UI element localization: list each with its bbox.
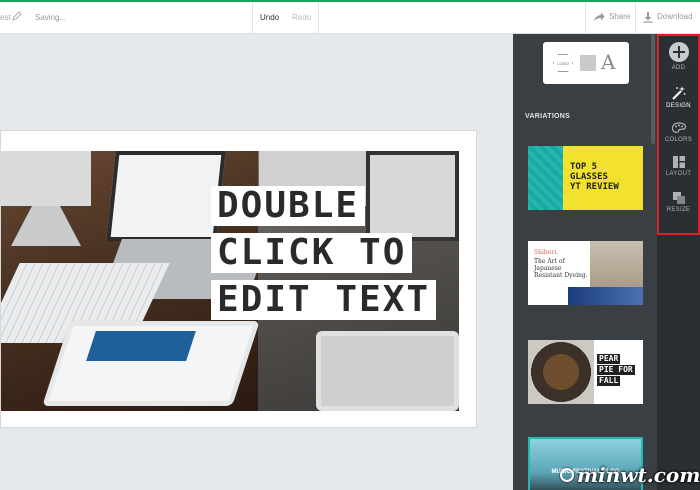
watermark-logo-icon <box>560 468 574 482</box>
undo-button[interactable]: Undo <box>260 13 279 22</box>
magic-wand-icon <box>671 86 685 100</box>
palette-icon <box>671 122 686 133</box>
logo-placeholder-icon: LOGO <box>553 54 573 72</box>
document-title[interactable]: est <box>0 13 11 22</box>
thumbnail-text-block: TOP 5 GLASSES YT REVIEW <box>563 146 643 210</box>
design-label: DESIGN <box>666 103 691 109</box>
resize-label: RESIZE <box>666 207 691 213</box>
tool-rail: ADD DESIGN COLORS LAYOUT RESIZE <box>657 34 700 490</box>
variation-thumbnail[interactable]: Shibori. The Art of Japanese Resistant D… <box>528 241 643 305</box>
toolbar-divider <box>635 2 636 34</box>
thumbnail-eyebrow: Shibori. <box>534 249 559 256</box>
tablet-hero-banner <box>86 331 196 361</box>
design-button[interactable]: DESIGN <box>657 86 700 109</box>
redo-button[interactable]: Redo <box>292 13 311 22</box>
toolbar-divider <box>318 2 319 34</box>
brand-kit-card[interactable]: LOGO A <box>543 42 629 84</box>
toolbar-divider <box>585 2 586 34</box>
download-icon <box>643 11 653 23</box>
logo-label: LOGO <box>557 60 569 66</box>
download-label: Download <box>657 12 693 21</box>
download-button[interactable]: Download <box>643 10 693 24</box>
thumbnail-text: YT REVIEW <box>570 182 619 192</box>
thumbnail-fabric-band <box>568 287 643 305</box>
imac-display <box>1 151 91 206</box>
variation-thumbnail[interactable]: TOP 5 GLASSES YT REVIEW <box>528 146 643 210</box>
share-label: Share <box>609 12 631 21</box>
color-swatch-icon <box>580 55 596 71</box>
thumbnail-photo <box>590 241 643 289</box>
variation-thumbnail[interactable]: PEAR PIE FOR FALL <box>528 340 643 404</box>
variations-panel: LOGO A VARIATIONS TOP 5 GLASSES YT REVIE… <box>513 34 657 490</box>
resize-button[interactable]: RESIZE <box>657 192 700 213</box>
thumbnail-text: PEAR <box>597 354 621 364</box>
tablet <box>316 331 459 411</box>
colors-label: COLORS <box>664 137 693 143</box>
font-icon: A <box>601 50 616 74</box>
toolbar-divider <box>252 2 253 34</box>
panel-scrollbar[interactable] <box>651 34 655 144</box>
share-button[interactable]: Share <box>593 10 630 24</box>
colors-button[interactable]: COLORS <box>657 122 700 143</box>
headline-line[interactable]: DOUBLE <box>211 186 366 226</box>
layout-label: LAYOUT <box>665 171 692 177</box>
artboard[interactable]: DOUBLE CLICK TO EDIT TEXT <box>0 130 477 428</box>
layout-button[interactable]: LAYOUT <box>657 156 700 177</box>
thumbnail-text: GLASSES <box>570 172 608 182</box>
editor-canvas[interactable]: DOUBLE CLICK TO EDIT TEXT <box>0 34 513 490</box>
add-icon <box>668 42 689 62</box>
watermark: minwt.com <box>560 463 700 487</box>
share-icon <box>594 12 605 21</box>
thumbnail-photo <box>528 340 594 404</box>
top-toolbar: est Saving... Undo Redo Share Download <box>0 0 700 34</box>
add-button[interactable]: ADD <box>657 42 700 71</box>
save-status: Saving... <box>35 13 67 22</box>
headline-line[interactable]: EDIT TEXT <box>211 280 437 320</box>
thumbnail-text: TOP 5 <box>570 162 598 172</box>
thumbnail-text: FALL <box>597 376 621 386</box>
variations-heading: VARIATIONS <box>525 113 571 120</box>
watermark-text: minwt.com <box>577 463 700 487</box>
resize-icon <box>672 192 685 204</box>
add-label: ADD <box>671 65 686 71</box>
laptop-screen <box>106 151 226 241</box>
layout-icon <box>672 156 685 168</box>
headline-line[interactable]: CLICK TO <box>211 233 413 273</box>
headline-text[interactable]: DOUBLE CLICK TO EDIT TEXT <box>211 186 461 327</box>
thumbnail-title: The Art of Japanese Resistant Dyeing. <box>534 258 588 279</box>
thumbnail-text: PIE FOR <box>597 365 635 375</box>
pencil-icon[interactable] <box>12 11 22 21</box>
